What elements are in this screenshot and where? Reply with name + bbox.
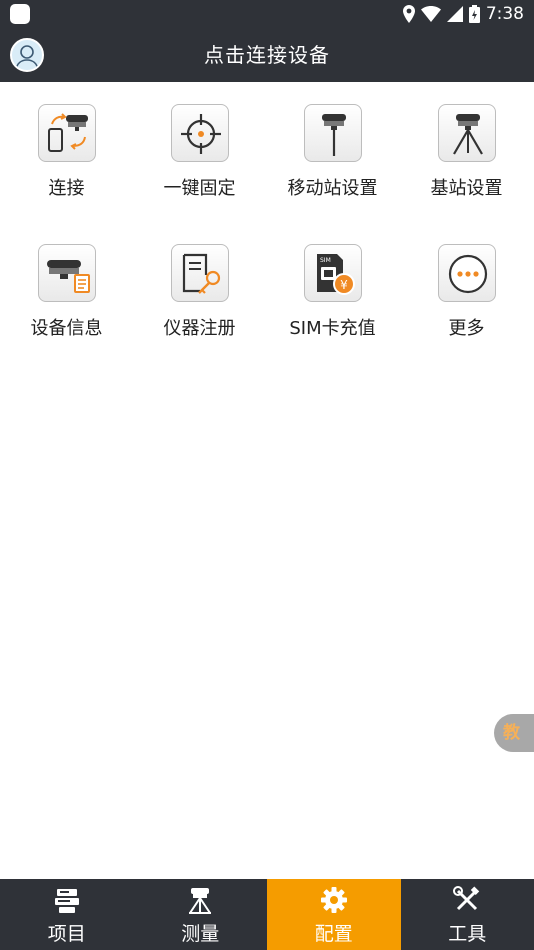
nav-label: 配置 xyxy=(314,923,353,945)
tile-one-key-fix[interactable]: 一键固定 xyxy=(133,82,266,222)
tile-sim-recharge[interactable]: SIM ¥ SIM卡充值 xyxy=(266,222,399,362)
nav-label: 测量 xyxy=(181,923,220,945)
status-icons: 7:38 xyxy=(402,3,524,25)
nav-label: 工具 xyxy=(448,923,487,945)
tile-label: 连接 xyxy=(48,178,85,199)
bottom-nav: 项目 测量 配置 工具 xyxy=(0,879,534,950)
tile-instrument-register[interactable]: 仪器注册 xyxy=(133,222,266,362)
tile-label: 移动站设置 xyxy=(287,178,378,199)
tools-icon xyxy=(453,886,480,911)
device-info-icon xyxy=(38,244,96,302)
battery-icon xyxy=(468,5,480,23)
status-bar: 7:38 xyxy=(0,0,534,28)
location-icon xyxy=(402,5,415,23)
connect-icon xyxy=(38,104,96,162)
survey-icon xyxy=(189,888,212,914)
app-bar: 点击连接设备 xyxy=(0,28,534,82)
svg-text:SIM: SIM xyxy=(320,257,331,264)
base-station-icon xyxy=(438,104,496,162)
signal-icon xyxy=(446,6,463,22)
wifi-icon xyxy=(420,6,441,22)
tile-label: 设备信息 xyxy=(30,318,103,339)
crosshair-icon xyxy=(171,104,229,162)
tile-base-settings[interactable]: 基站设置 xyxy=(400,82,533,222)
rover-icon xyxy=(304,104,362,162)
tile-more[interactable]: 更多 xyxy=(400,222,533,362)
svg-text:¥: ¥ xyxy=(340,278,348,292)
tile-device-info[interactable]: 设备信息 xyxy=(0,222,133,362)
register-key-icon xyxy=(171,244,229,302)
nav-survey[interactable]: 测量 xyxy=(134,879,268,950)
nav-label: 项目 xyxy=(47,923,86,945)
status-time: 7:38 xyxy=(485,4,524,24)
tile-label: 一键固定 xyxy=(163,178,236,199)
notification-icon xyxy=(10,4,30,24)
nav-tools[interactable]: 工具 xyxy=(401,879,534,950)
gear-icon xyxy=(320,887,347,913)
nav-config[interactable]: 配置 xyxy=(267,879,401,950)
tile-label: SIM卡充值 xyxy=(289,318,376,339)
sim-recharge-icon: SIM ¥ xyxy=(304,244,362,302)
nav-project[interactable]: 项目 xyxy=(0,879,134,950)
tile-rover-settings[interactable]: 移动站设置 xyxy=(266,82,399,222)
tutorial-floating-tab[interactable]: 教 xyxy=(494,714,534,752)
tile-connect[interactable]: 连接 xyxy=(0,82,133,222)
project-icon xyxy=(54,889,79,913)
page-title: 点击连接设备 xyxy=(204,43,330,67)
tile-label: 更多 xyxy=(448,318,485,339)
more-icon xyxy=(438,244,496,302)
tile-label: 仪器注册 xyxy=(163,318,236,339)
tile-label: 基站设置 xyxy=(430,178,503,199)
